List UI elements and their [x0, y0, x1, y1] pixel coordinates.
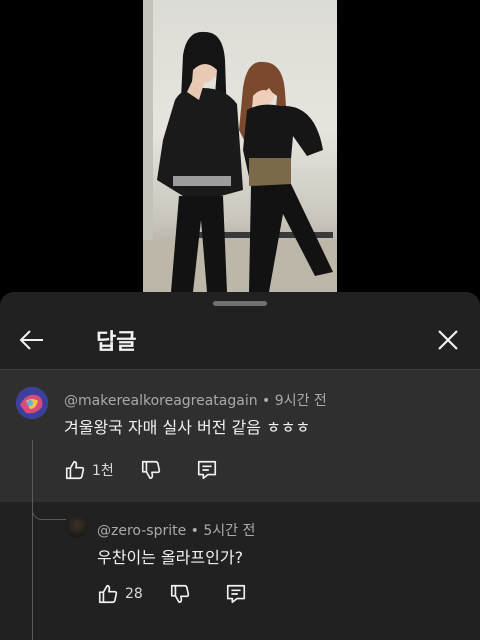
thread-line [32, 502, 33, 640]
reply-text: 우찬이는 올라프인가? [97, 548, 244, 567]
like-count: 28 [125, 586, 143, 602]
like-button[interactable]: 28 [97, 583, 143, 605]
parent-comment: @makerealkoreagreatagain • 9시간 전 겨울왕국 자매… [0, 370, 480, 502]
reply-meta: @zero-sprite • 5시간 전 [97, 520, 255, 540]
thread-connector [32, 502, 66, 520]
reply-button[interactable] [196, 459, 218, 481]
video-frame[interactable] [143, 0, 337, 292]
reply-actions: 28 [97, 582, 247, 606]
close-button[interactable] [430, 322, 466, 358]
video-content-illustration [143, 0, 337, 292]
reply-comment: @zero-sprite • 5시간 전 우찬이는 올라프인가? 28 [0, 502, 480, 640]
thread-line [32, 440, 33, 502]
close-icon [438, 330, 458, 350]
avatar[interactable] [66, 516, 88, 538]
like-count: 1천 [92, 463, 114, 479]
avatar-image [16, 387, 48, 419]
comment-time: 9시간 전 [274, 393, 327, 409]
comment-meta: @makerealkoreagreatagain • 9시간 전 [64, 390, 327, 410]
dislike-button[interactable] [140, 459, 162, 481]
back-button[interactable] [14, 322, 50, 358]
thumbs-down-icon [141, 460, 160, 480]
meta-separator: • [186, 523, 204, 539]
reply-author[interactable]: @zero-sprite [97, 523, 186, 539]
comment-author[interactable]: @makerealkoreagreatagain [64, 393, 258, 409]
thumbs-down-icon [170, 584, 189, 604]
back-arrow-icon [19, 330, 43, 350]
dislike-button[interactable] [169, 583, 191, 605]
thumbs-up-icon [65, 460, 85, 480]
reply-icon [226, 584, 245, 604]
avatar[interactable] [16, 387, 48, 419]
sheet-title: 답글 [96, 330, 137, 355]
thumbs-up-icon [98, 584, 118, 604]
replies-sheet: 답글 @makerealkoreagreatagain • 9시간 전 겨울왕국… [0, 292, 480, 640]
like-button[interactable]: 1천 [64, 459, 114, 481]
reply-time: 5시간 전 [203, 523, 256, 539]
meta-separator: • [257, 393, 275, 409]
reply-button[interactable] [225, 583, 247, 605]
video-player[interactable] [0, 0, 480, 292]
reply-icon [197, 460, 216, 480]
sheet-header: 답글 [0, 310, 480, 370]
comment-actions: 1천 [64, 458, 218, 482]
drag-handle[interactable] [213, 301, 267, 306]
comment-text: 겨울왕국 자매 실사 버전 같음 ㅎㅎㅎ [64, 418, 311, 437]
